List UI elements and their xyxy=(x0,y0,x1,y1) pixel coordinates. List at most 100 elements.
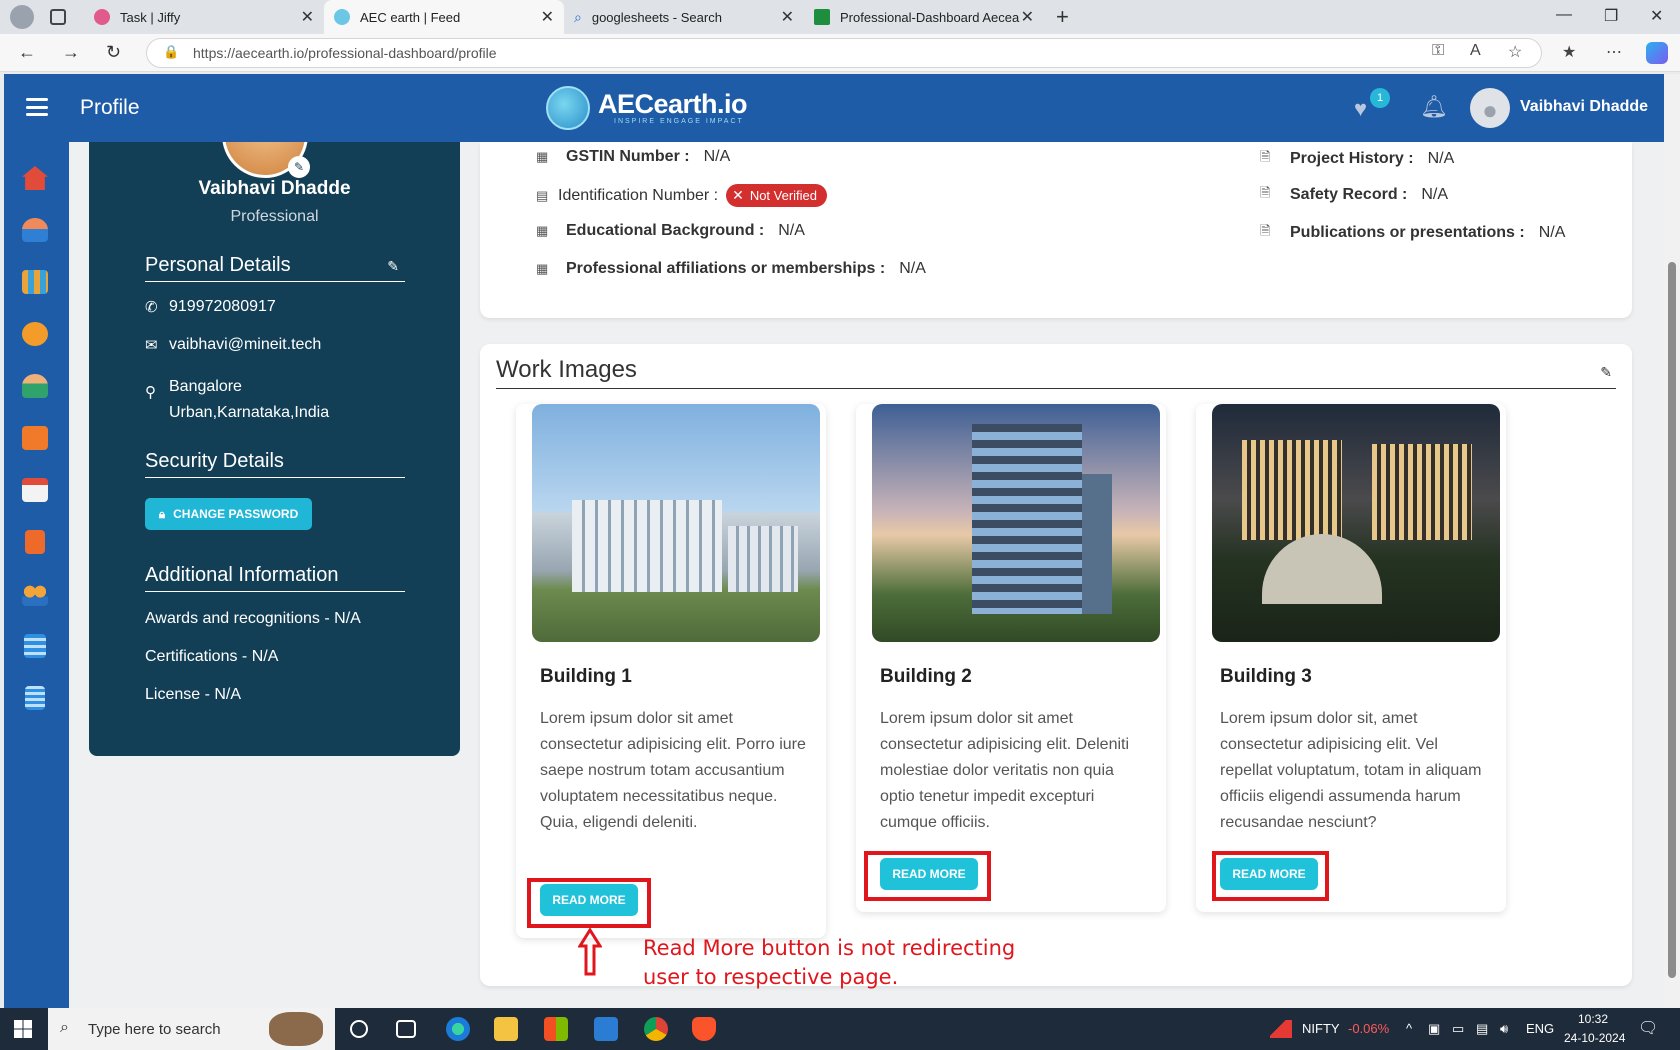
tab-actions-icon[interactable] xyxy=(50,9,66,25)
menu-icon[interactable] xyxy=(26,98,48,116)
profile-role: Professional xyxy=(230,208,319,225)
logo[interactable]: AECearth.io INSPIRE ENGAGE IMPACT xyxy=(546,84,748,132)
annotation-note: Read More button is not redirecting user… xyxy=(643,936,1016,989)
annotation-box-2 xyxy=(864,851,991,901)
chevron-up-icon[interactable]: ^ xyxy=(1406,1021,1412,1036)
password-key-icon[interactable]: ⚿ xyxy=(1432,42,1444,60)
meet-now-icon[interactable]: ▣ xyxy=(1428,1021,1440,1037)
read-aloud-icon[interactable]: A xyxy=(1470,42,1481,60)
notification-bell-icon[interactable]: 🔔︎ xyxy=(1420,94,1448,120)
wishlist-heart-icon[interactable]: ♥ xyxy=(1354,96,1367,122)
restore-icon[interactable]: ❐ xyxy=(1604,6,1618,26)
id-card-icon: ▦ xyxy=(536,149,549,164)
clock-time[interactable]: 10:32 xyxy=(1578,1012,1608,1026)
additional-info-heading: Additional Information xyxy=(145,564,405,592)
card-title: Building 3 xyxy=(1220,666,1312,687)
tab-googlesheets-search[interactable]: ⌕ googlesheets - Search ✕ xyxy=(564,0,804,34)
side-nav xyxy=(4,142,69,1008)
settings-gear-icon[interactable] xyxy=(22,322,48,346)
cortana-icon[interactable] xyxy=(350,1020,368,1038)
close-icon[interactable]: ✕ xyxy=(301,7,314,27)
annotation-box-1 xyxy=(527,878,651,928)
lock-icon: 🔒︎ xyxy=(158,506,166,521)
wombat-illustration-icon xyxy=(269,1012,323,1046)
task-view-icon[interactable] xyxy=(396,1020,416,1038)
card-title: Building 2 xyxy=(880,666,972,687)
new-tab-icon[interactable]: + xyxy=(1056,4,1069,30)
file-explorer-icon[interactable] xyxy=(494,1017,518,1041)
search-icon: ⌕ xyxy=(574,9,582,25)
edit-work-images-icon[interactable]: ✎ xyxy=(1600,364,1612,381)
close-icon[interactable]: ✕ xyxy=(541,7,554,27)
chrome-icon[interactable] xyxy=(644,1017,668,1041)
work-images-card: Work Images ✎ Building 1 Lorem ipsum dol… xyxy=(480,344,1632,986)
close-icon[interactable]: ✕ xyxy=(781,7,794,27)
display-icon[interactable]: ▭ xyxy=(1452,1021,1464,1037)
ticker-name[interactable]: NIFTY xyxy=(1302,1021,1340,1036)
list-icon[interactable] xyxy=(24,634,46,658)
window-close-icon[interactable]: ✕ xyxy=(1650,6,1663,26)
lock-icon: 🔒 xyxy=(163,44,180,59)
favorite-star-icon[interactable]: ☆ xyxy=(1508,42,1522,62)
avatar[interactable]: ● xyxy=(1470,88,1510,128)
favorites-icon[interactable]: ★ xyxy=(1562,42,1576,62)
safety-record-row: 🗎 Safety Record : N/A xyxy=(1260,184,1448,206)
close-icon[interactable]: ✕ xyxy=(1021,7,1034,27)
identification-row: ▤ Identification Number : ✕ Not Verified xyxy=(536,184,828,207)
notifications-icon[interactable]: 🗨︎ xyxy=(1638,1018,1658,1038)
address-bar-row: ← → ↻ 🔒 https://aecearth.io/professional… xyxy=(0,34,1680,72)
home-icon[interactable] xyxy=(22,166,48,190)
location-row: ⚲ Bangalore Urban,Karnataka,India xyxy=(145,374,329,426)
brave-icon[interactable] xyxy=(692,1017,716,1041)
tab-aec-feed[interactable]: AEC earth | Feed ✕ xyxy=(324,0,564,34)
header-user-name[interactable]: Vaibhavi Dhadde xyxy=(1520,98,1648,116)
network-icon[interactable]: ▤ xyxy=(1476,1021,1488,1037)
wishlist-badge: 1 xyxy=(1370,88,1390,108)
card-description: Lorem ipsum dolor sit, amet consectetur … xyxy=(1220,710,1482,831)
location-pin-icon: ⚲ xyxy=(145,384,156,401)
taskbar-search-input[interactable]: ⌕ Type here to search xyxy=(48,1008,335,1050)
tab-task-jiffy[interactable]: Task | Jiffy ✕ xyxy=(84,0,324,34)
edge-icon[interactable] xyxy=(446,1017,470,1041)
url-input[interactable]: 🔒 https://aecearth.io/professional-dashb… xyxy=(146,38,1542,68)
language-indicator[interactable]: ENG xyxy=(1526,1021,1554,1036)
change-password-button[interactable]: 🔒︎ CHANGE PASSWORD xyxy=(145,498,312,530)
profile-person-icon[interactable] xyxy=(22,218,48,242)
mail-icon[interactable] xyxy=(594,1017,618,1041)
stock-chart-icon[interactable] xyxy=(1270,1020,1292,1038)
building-image[interactable] xyxy=(1212,404,1500,642)
edit-photo-icon[interactable]: ✎ xyxy=(288,156,310,178)
scrollbar-thumb[interactable] xyxy=(1668,262,1676,978)
building-image[interactable] xyxy=(872,404,1160,642)
volume-icon[interactable]: 🔊︎ xyxy=(1500,1021,1508,1037)
edit-personal-icon[interactable]: ✎ xyxy=(387,258,399,275)
more-icon[interactable]: ⋯ xyxy=(1606,42,1622,62)
publications-row: 🗎 Publications or presentations : N/A xyxy=(1260,222,1565,244)
calendar-icon[interactable] xyxy=(22,478,48,502)
store-icon[interactable] xyxy=(22,270,48,294)
store-icon[interactable] xyxy=(544,1017,568,1041)
profile-icon[interactable] xyxy=(10,5,34,29)
status-badge: ✕ Not Verified xyxy=(726,184,828,207)
id-card-icon: ▦ xyxy=(536,261,549,276)
contacts-icon[interactable] xyxy=(25,530,45,554)
id-card-icon: ▤ xyxy=(536,187,549,203)
back-icon[interactable]: ← xyxy=(18,42,36,63)
forward-icon[interactable]: → xyxy=(62,42,80,63)
document-icon[interactable] xyxy=(25,686,45,710)
mail-icon: ✉ xyxy=(145,337,158,354)
gallery-icon[interactable] xyxy=(22,426,48,450)
copilot-icon[interactable] xyxy=(1646,42,1668,64)
team-icon[interactable] xyxy=(22,582,48,606)
clock-date[interactable]: 24-10-2024 xyxy=(1564,1031,1625,1045)
minimize-icon[interactable]: — xyxy=(1556,6,1572,24)
document-icon: 🗎 xyxy=(1260,223,1271,238)
professional-icon[interactable] xyxy=(22,374,48,398)
phone-row: ✆ 919972080917 xyxy=(145,298,276,316)
taskbar: ⌕ Type here to search NIFTY -0.06% ^ ▣ ▭… xyxy=(0,1008,1680,1050)
windows-start-icon[interactable] xyxy=(14,1020,32,1038)
building-image[interactable] xyxy=(532,404,820,642)
tab-professional-dashboard[interactable]: Professional-Dashboard Aecearth ✕ xyxy=(804,0,1044,34)
app-header: Profile AECearth.io INSPIRE ENGAGE IMPAC… xyxy=(4,74,1664,142)
refresh-icon[interactable]: ↻ xyxy=(106,42,121,63)
